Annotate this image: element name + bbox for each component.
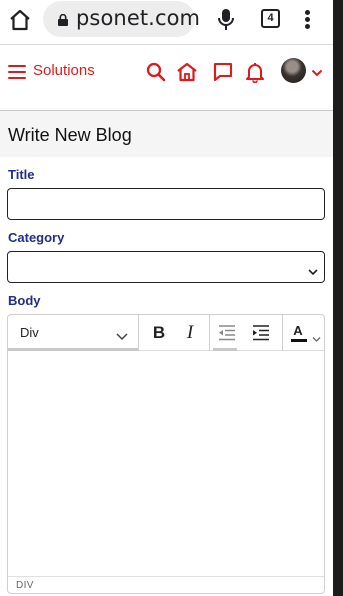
bold-button[interactable]: B [148, 322, 170, 344]
search-icon[interactable] [145, 61, 167, 83]
address-bar[interactable]: psonet.com [43, 1, 200, 37]
category-label: Category [8, 230, 65, 245]
page-heading-section: Write New Blog [0, 111, 333, 157]
editor-content-area[interactable] [8, 352, 324, 576]
editor-toolbar: Div B I A [8, 315, 324, 351]
toolbar-separator [282, 315, 283, 351]
outdent-icon[interactable] [216, 322, 238, 344]
font-color-swatch [291, 339, 307, 342]
chevron-down-icon [116, 328, 128, 341]
screen-edge [333, 0, 343, 596]
chevron-down-icon [308, 263, 318, 276]
page-title: Write New Blog [8, 125, 132, 145]
toolbar-separator [138, 315, 139, 351]
format-select-value: Div [20, 325, 39, 340]
category-select[interactable] [7, 251, 325, 283]
microphone-icon[interactable] [216, 7, 236, 33]
format-select[interactable]: Div [8, 315, 138, 351]
site-header: Solutions [0, 45, 333, 111]
title-label: Title [8, 167, 35, 182]
indent-icon[interactable] [250, 322, 272, 344]
url-text: psonet.com [76, 6, 201, 30]
messages-icon[interactable] [212, 61, 234, 83]
hamburger-menu-icon[interactable] [8, 65, 26, 79]
italic-button[interactable]: I [179, 322, 201, 344]
rich-text-editor: Div B I A DIV [7, 314, 325, 594]
brand-link[interactable]: Solutions [33, 62, 95, 79]
body-label: Body [8, 293, 41, 308]
tab-switcher-button[interactable]: 4 [261, 9, 280, 28]
editor-statusbar: DIV [8, 576, 324, 594]
user-avatar[interactable] [281, 58, 306, 83]
chevron-down-icon[interactable] [311, 65, 323, 77]
element-path[interactable]: DIV [16, 580, 34, 591]
outdent-indicator [213, 348, 237, 351]
notifications-bell-icon[interactable] [244, 61, 266, 84]
lock-icon [58, 13, 68, 26]
overflow-menu-icon[interactable] [300, 8, 314, 32]
title-input[interactable] [7, 188, 325, 220]
toolbar-separator [209, 315, 210, 351]
home-icon[interactable] [8, 8, 32, 32]
browser-toolbar: psonet.com 4 [0, 0, 333, 40]
chevron-down-icon[interactable] [312, 330, 321, 342]
home-icon[interactable] [176, 61, 198, 83]
format-select-indicator [8, 348, 138, 351]
